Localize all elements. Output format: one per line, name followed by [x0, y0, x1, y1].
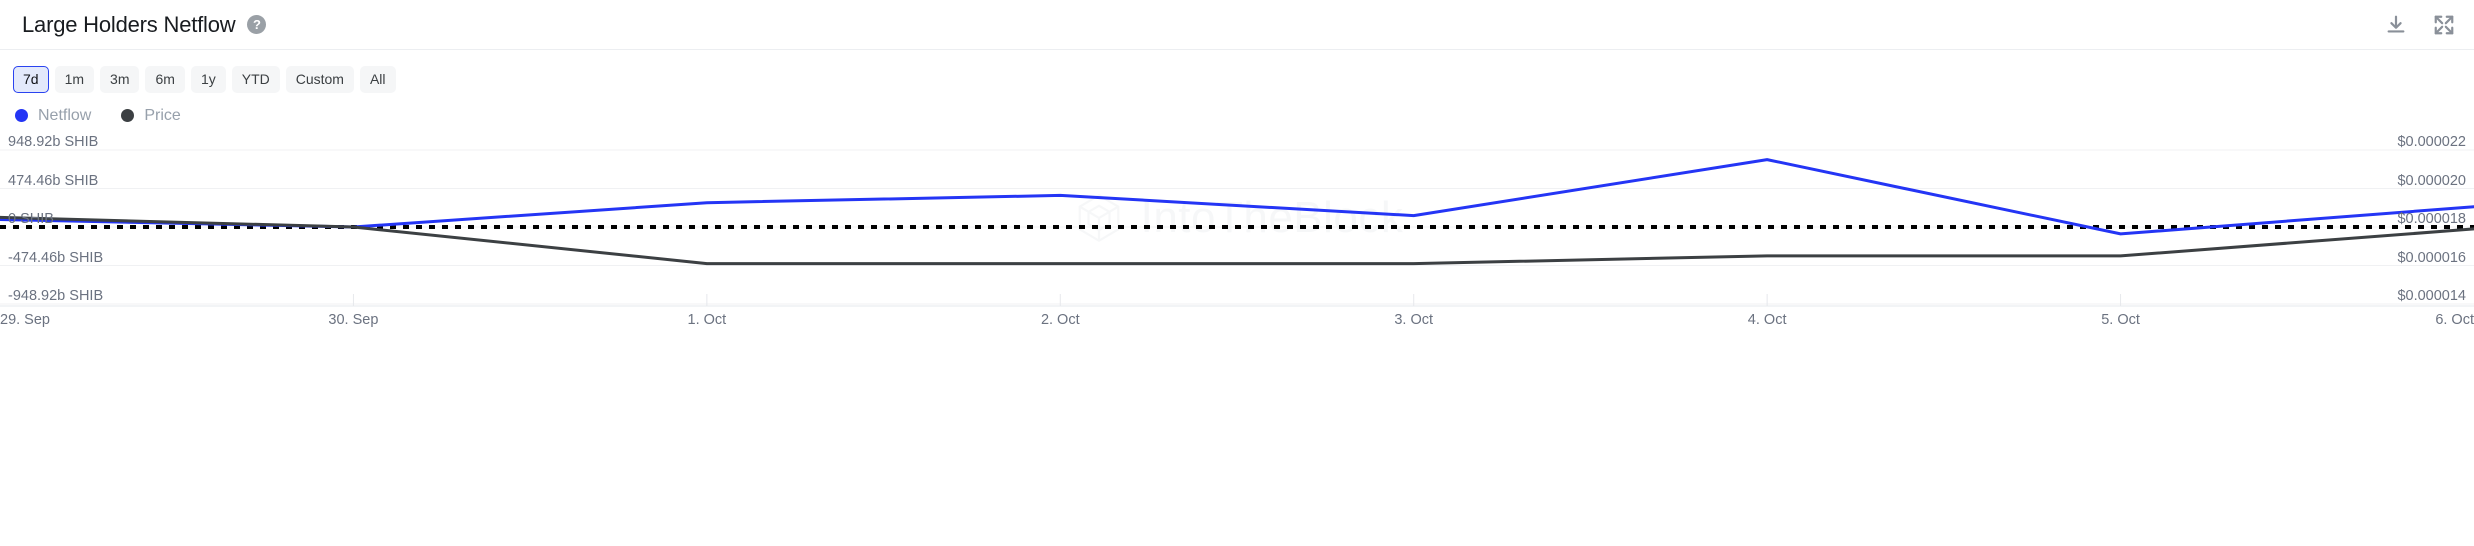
x-axis-tick-label: 3. Oct [1394, 312, 1434, 328]
page-title: Large Holders Netflow [22, 11, 236, 37]
x-axis-tick-label: 30. Sep [328, 312, 379, 328]
y-axis-right-tick-label: $0.000020 [2397, 172, 2466, 189]
download-icon[interactable] [2384, 13, 2408, 37]
time-range-selector: 7d 1m 3m 6m 1y YTD Custom All [0, 50, 2474, 94]
range-button-3m[interactable]: 3m [100, 65, 140, 93]
x-axis-tick-label: 29. Sep [0, 312, 50, 328]
y-axis-left-tick-label: 948.92b SHIB [8, 134, 99, 150]
y-axis-left-tick-label: 0 SHIB [8, 211, 54, 227]
y-axis-right-tick-label: $0.000014 [2397, 288, 2466, 304]
widget-header: Large Holders Netflow ? [0, 0, 2474, 50]
range-button-all[interactable]: All [359, 65, 396, 93]
help-icon[interactable]: ? [247, 15, 267, 34]
y-axis-left-tick-label: 474.46b SHIB [8, 172, 99, 189]
header-actions [2384, 0, 2456, 50]
y-axis-left-tick-label: -474.46b SHIB [8, 249, 104, 266]
range-button-1m[interactable]: 1m [54, 65, 95, 93]
x-axis-tick-label: 1. Oct [687, 312, 727, 328]
series-line-netflow [0, 158, 2474, 236]
legend-item-netflow[interactable]: Netflow [15, 107, 91, 125]
legend-label-price: Price [144, 106, 181, 124]
range-button-7d[interactable]: 7d [13, 65, 49, 93]
legend-dot-icon-netflow [15, 109, 28, 122]
chart-plot-area[interactable]: IntoTheBlock 948.92b SHIB 474.46b SHIB 0 S… [0, 128, 2474, 528]
legend-item-price[interactable]: Price [121, 106, 181, 125]
range-button-custom[interactable]: Custom [285, 65, 354, 93]
chart-legend: Netflow Price [0, 94, 2474, 128]
x-axis-tick-label: 5. Oct [2101, 312, 2140, 328]
range-button-6m[interactable]: 6m [145, 65, 185, 93]
range-button-1y[interactable]: 1y [190, 65, 226, 93]
y-axis-right-tick-label: $0.000022 [2397, 134, 2466, 150]
y-axis-left-tick-label: -948.92b SHIB [8, 288, 104, 304]
legend-label-netflow: Netflow [38, 106, 92, 124]
legend-dot-icon-price [121, 109, 135, 122]
x-axis-tick-label: 6. Oct [2435, 312, 2474, 328]
large-holders-netflow-widget: Large Holders Netflow ? 7d 1m 3m 6m 1y Y… [0, 0, 2474, 546]
y-axis-right-tick-label: $0.000016 [2397, 249, 2466, 266]
x-axis-tick-label: 4. Oct [1747, 312, 1787, 328]
y-axis-right-tick-label: $0.000018 [2397, 211, 2466, 227]
fullscreen-expand-icon[interactable] [2432, 13, 2456, 37]
range-button-ytd[interactable]: YTD [231, 65, 280, 93]
chart-svg [0, 149, 2474, 307]
x-axis-tick-label: 2. Oct [1040, 312, 1080, 328]
